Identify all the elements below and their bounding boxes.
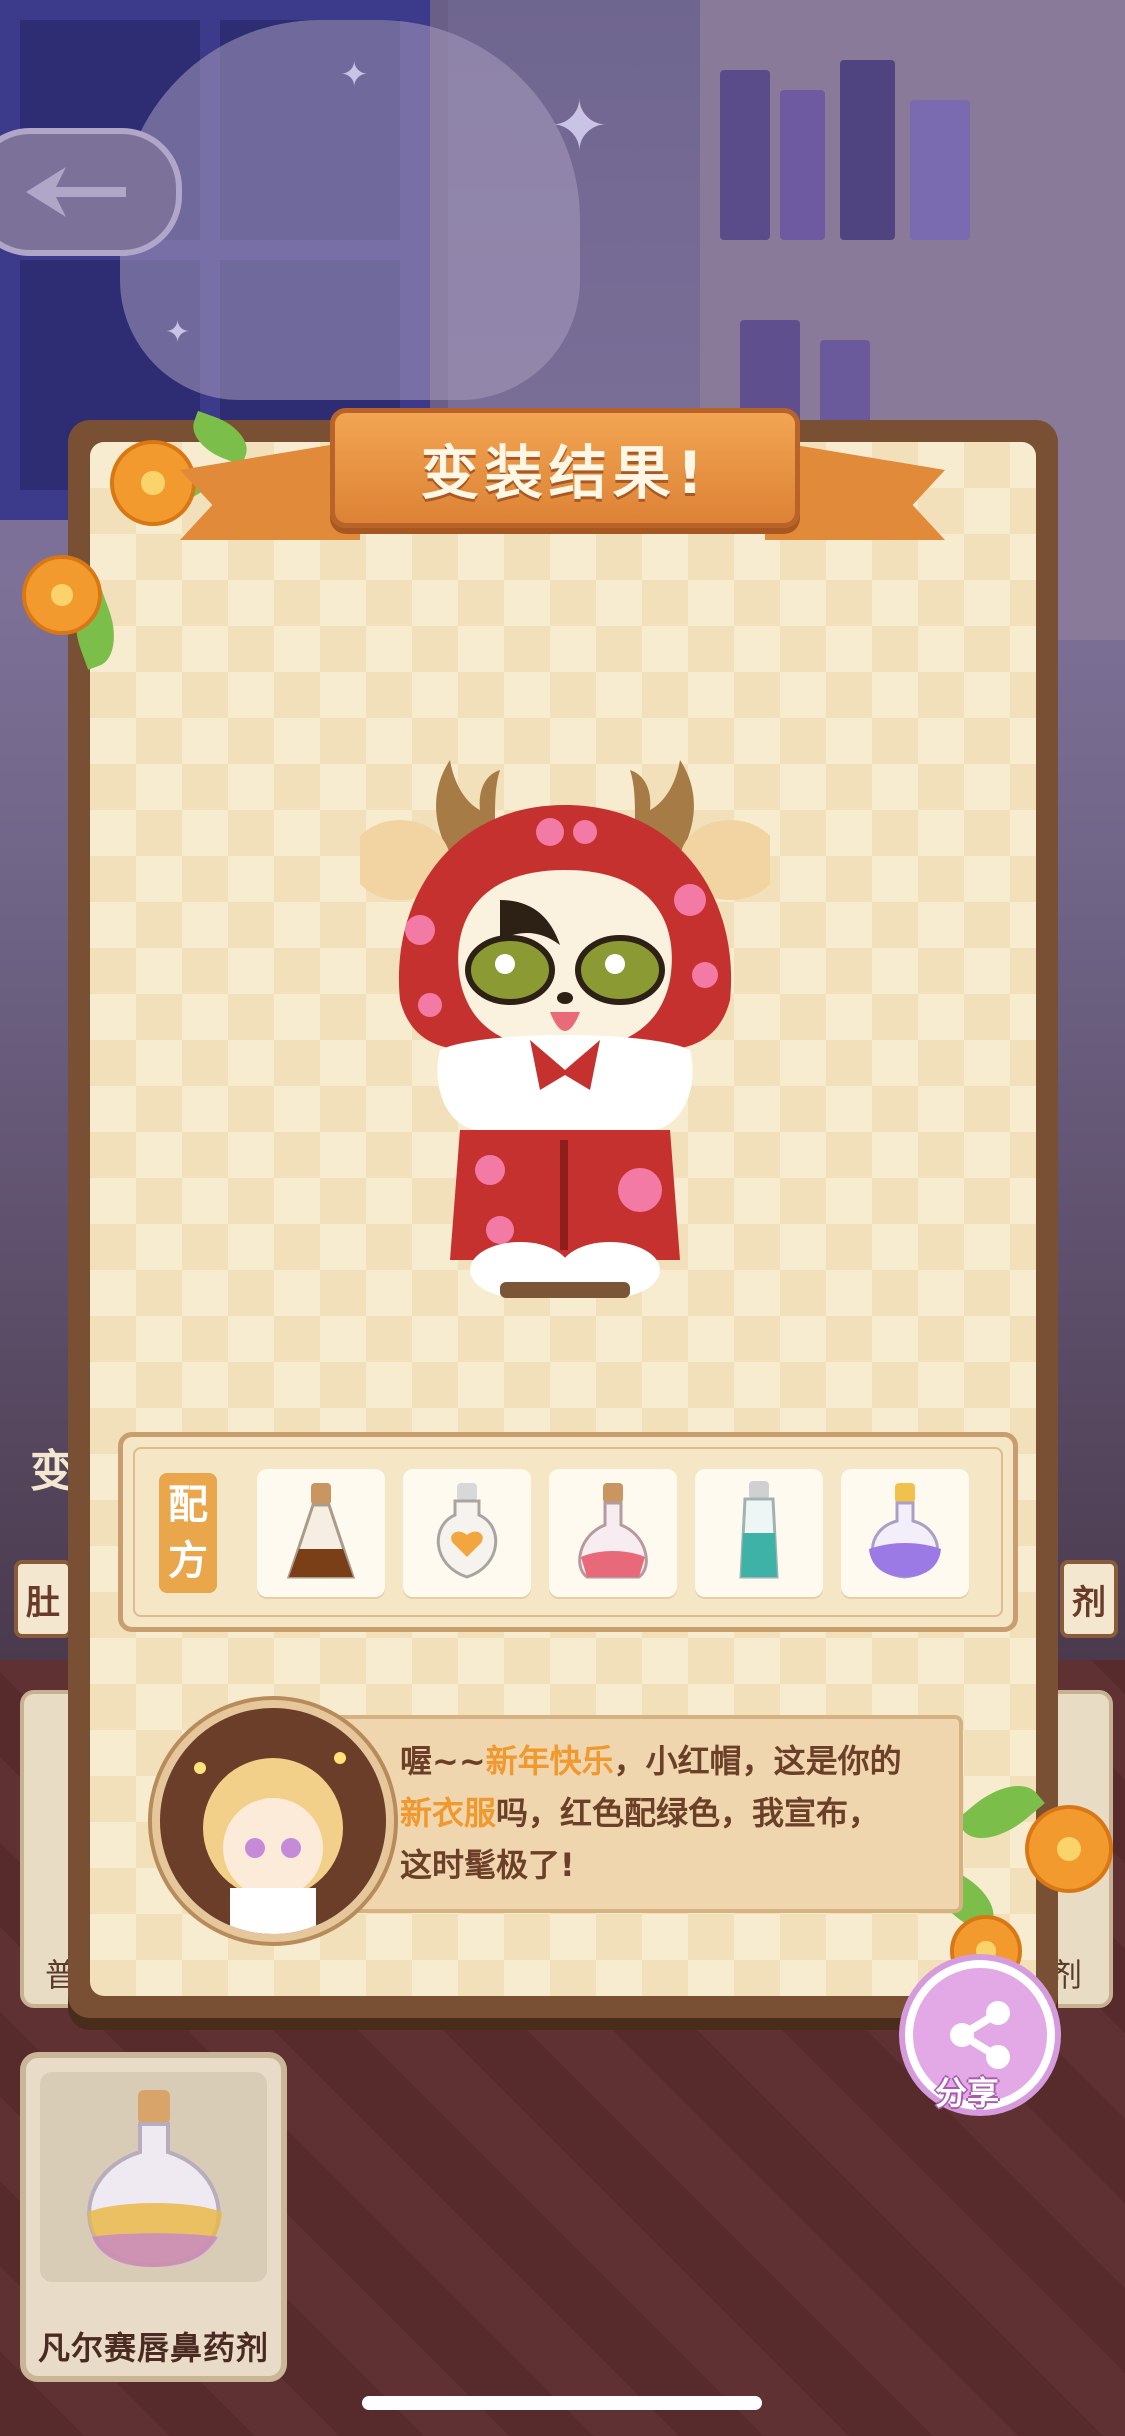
dialog-text-part-4: 这时髦极了! <box>400 1846 575 1884</box>
panel-title: 变装结果! <box>420 439 710 507</box>
recipe-slot-4[interactable] <box>695 1469 823 1597</box>
back-button[interactable] <box>0 128 182 256</box>
potion-card-image-area <box>40 2072 267 2282</box>
share-icon <box>950 2001 1010 2069</box>
dialog-text-part-3: 吗，红色配绿色，我宣布， <box>496 1794 881 1832</box>
sparkle-icon: ✦ <box>550 85 609 167</box>
recipe-slot-2[interactable] <box>403 1469 531 1597</box>
potion-card-label: 凡尔赛唇鼻药剂 <box>37 2329 269 2367</box>
recipe-box: 配 方 <box>118 1432 1018 1632</box>
pink-potion-icon <box>578 1483 648 1579</box>
home-indicator[interactable] <box>362 2396 762 2410</box>
teal-potion-icon <box>739 1481 779 1579</box>
category-tab-right[interactable]: 剂 <box>1060 1560 1118 1638</box>
recipe-slot-3[interactable] <box>549 1469 677 1597</box>
sparkle-icon: ✦ <box>340 55 369 95</box>
dialog-text-part-1: 喔~~ <box>400 1742 486 1780</box>
category-tab-left[interactable]: 肚 <box>14 1560 72 1638</box>
orange-heart-potion-icon <box>436 1483 498 1579</box>
recipe-tag-char-1: 配 <box>168 1482 208 1528</box>
recipe-slot-5[interactable] <box>841 1469 969 1597</box>
potion-card[interactable]: 凡尔赛唇鼻药剂 <box>20 2052 287 2382</box>
dialog-text-part-2: ，小红帽，这是你的 <box>613 1742 902 1780</box>
recipe-tag: 配 方 <box>159 1473 217 1593</box>
flower-decoration <box>110 440 196 526</box>
dressed-character <box>350 750 780 1310</box>
share-label[interactable]: 分享 <box>935 2068 999 2114</box>
flower-decoration <box>1025 1805 1113 1893</box>
flower-decoration <box>22 555 102 635</box>
recipe-tag-char-2: 方 <box>168 1538 208 1584</box>
dialog-highlight-2: 新衣服 <box>400 1794 497 1832</box>
brown-potion-icon <box>286 1483 356 1579</box>
dialog-highlight-1: 新年快乐 <box>485 1742 614 1780</box>
potion-bottle-icon <box>87 2090 222 2267</box>
recipe-slot-1[interactable] <box>257 1469 385 1597</box>
sparkle-icon: ✦ <box>165 315 191 350</box>
purple-potion-icon <box>869 1483 941 1579</box>
back-arrow-icon <box>26 167 126 217</box>
npc-avatar <box>152 1700 394 1942</box>
title-ribbon: 变装结果! <box>330 408 800 528</box>
dialog-text: 喔~~新年快乐，小红帽，这是你的 新衣服吗，红色配绿色，我宣布， 这时髦极了! <box>400 1735 930 1891</box>
